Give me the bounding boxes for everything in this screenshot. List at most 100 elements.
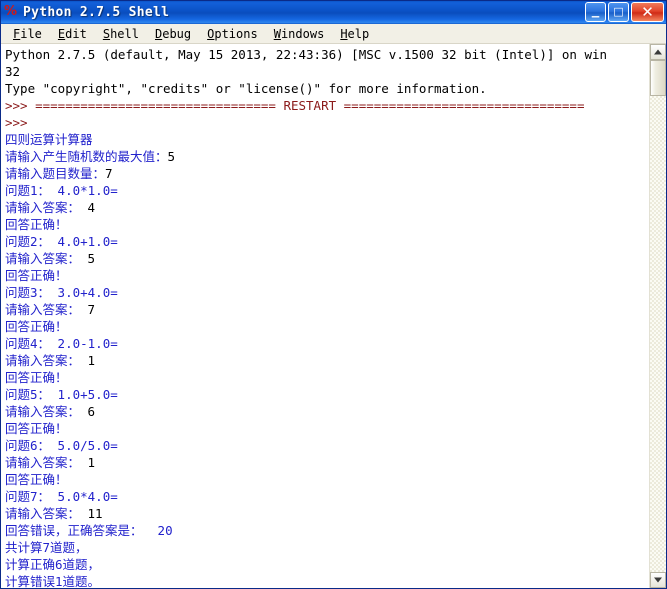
shell-output-text: 问题4： 2.0-1.0= [5,336,118,351]
shell-prompt: >>> [5,115,36,130]
close-button[interactable]: ✕ [631,2,664,22]
menu-item-file[interactable]: File [5,27,50,41]
scroll-down-arrow[interactable] [650,572,666,588]
shell-output-text: 回答正确！ [5,472,68,487]
shell-output-text: 请输入答案： [5,404,88,419]
shell-output-text: 问题7： 5.0*4.0= [5,489,118,504]
shell-input-text: 7 [105,166,113,181]
shell-output-text: 四则运算计算器 [5,132,93,147]
menu-label-file: ile [20,26,42,41]
menu-item-help[interactable]: Help [332,27,377,41]
shell-line: 请输入答案： 1 [5,454,649,471]
shell-input-text: 1 [87,353,96,368]
shell-line: 请输入答案： 1 [5,352,649,369]
shell-line: 回答正确！ [5,318,649,335]
shell-output-text: 回答正确！ [5,217,68,232]
shell-output-text: 请输入答案： [5,353,88,368]
shell-body: Python 2.7.5 (default, May 15 2013, 22:4… [1,44,666,588]
shell-line: 回答正确！ [5,216,649,233]
shell-line: >>> ================================ RES… [5,97,649,114]
shell-output-text: 请输入题目数量： [5,166,106,181]
shell-input-text: 7 [87,302,96,317]
close-icon: ✕ [641,3,654,21]
menu-item-windows[interactable]: Windows [266,27,333,41]
shell-line: 四则运算计算器 [5,131,649,148]
shell-output-text: 共计算7道题， [5,540,88,555]
shell-banner-text: Type "copyright", "credits" or "license(… [5,81,487,96]
shell-input-text: 1 [87,455,96,470]
scroll-up-arrow[interactable] [650,44,666,60]
menu-item-edit[interactable]: Edit [50,27,95,41]
shell-line: 请输入答案： 11 [5,505,649,522]
shell-input-text: 11 [87,506,103,521]
shell-output-text: 请输入产生随机数的最大值： [5,149,168,164]
title-bar[interactable]: % Python 2.7.5 Shell _ □ ✕ [1,1,666,24]
shell-line: 共计算7道题， [5,539,649,556]
shell-text-area[interactable]: Python 2.7.5 (default, May 15 2013, 22:4… [1,44,649,588]
shell-output-text: 问题6： 5.0/5.0= [5,438,118,453]
shell-output-text: 计算正确6道题， [5,557,101,572]
shell-output-text: 回答正确！ [5,319,68,334]
vertical-scrollbar[interactable] [649,44,666,588]
shell-output-text: 回答错误，正确答案是： 20 [5,523,173,538]
shell-output-text: 回答正确！ [5,268,68,283]
shell-output-text: 问题2： 4.0+1.0= [5,234,118,249]
menu-accel-help: H [340,26,348,41]
shell-line: 回答正确！ [5,471,649,488]
shell-line: 问题7： 5.0*4.0= [5,488,649,505]
shell-output-text: 请输入答案： [5,302,88,317]
menu-accel-windows: W [273,26,281,41]
menu-label-options: ptions [214,26,258,41]
shell-input-text: 4 [87,200,96,215]
menu-label-windows: indows [280,26,325,41]
window-controls: _ □ ✕ [585,2,664,22]
maximize-button[interactable]: □ [608,2,629,22]
shell-line: >>> [5,114,649,131]
shell-line: 问题4： 2.0-1.0= [5,335,649,352]
menu-item-shell[interactable]: Shell [95,27,147,41]
scrollbar-track[interactable] [650,60,666,572]
shell-line: 计算错误1道题。 [5,573,649,588]
menu-label-edit: dit [65,26,87,41]
idle-shell-window: % Python 2.7.5 Shell _ □ ✕ File Edit Shell… [0,0,667,589]
shell-line: 请输入题目数量：7 [5,165,649,182]
shell-line: 问题6： 5.0/5.0= [5,437,649,454]
shell-line: Python 2.7.5 (default, May 15 2013, 22:4… [5,46,649,63]
shell-output-text: 计算错误1道题。 [5,574,101,588]
shell-input-text: 5 [167,149,176,164]
shell-line: 问题5： 1.0+5.0= [5,386,649,403]
shell-line: 请输入答案： 4 [5,199,649,216]
maximize-icon: □ [613,5,624,18]
python-logo-icon: % [4,3,17,19]
shell-line: 请输入产生随机数的最大值：5 [5,148,649,165]
shell-output-text: 请输入答案： [5,200,88,215]
shell-line: 请输入答案： 7 [5,301,649,318]
menu-label-shell: hell [110,26,139,41]
shell-banner-text: 32 [5,64,21,79]
shell-line: 问题1： 4.0*1.0= [5,182,649,199]
shell-output-text: 请输入答案： [5,251,88,266]
shell-line: 回答正确！ [5,369,649,386]
shell-prompt: >>> ================================ RES… [5,98,585,113]
shell-line: 回答正确！ [5,267,649,284]
scrollbar-thumb[interactable] [650,60,666,96]
shell-line: 回答正确！ [5,420,649,437]
shell-output-text: 回答正确！ [5,370,68,385]
menu-item-debug[interactable]: Debug [147,27,199,41]
menu-label-help: elp [347,26,370,41]
shell-line: 32 [5,63,649,80]
menu-item-options[interactable]: Options [199,27,266,41]
shell-line: 请输入答案： 6 [5,403,649,420]
shell-input-text: 5 [87,251,96,266]
shell-output-text: 问题1： 4.0*1.0= [5,183,118,198]
menu-label-debug: ebug [162,26,192,41]
shell-line: 问题3： 3.0+4.0= [5,284,649,301]
shell-banner-text: Python 2.7.5 (default, May 15 2013, 22:4… [5,47,608,62]
shell-line: 请输入答案： 5 [5,250,649,267]
minimize-button[interactable]: _ [585,2,606,22]
menu-accel-shell: S [102,26,111,41]
shell-output-text: 问题5： 1.0+5.0= [5,387,118,402]
window-title: Python 2.7.5 Shell [23,5,170,20]
shell-output-text: 请输入答案： [5,506,88,521]
shell-output-text: 回答正确！ [5,421,68,436]
